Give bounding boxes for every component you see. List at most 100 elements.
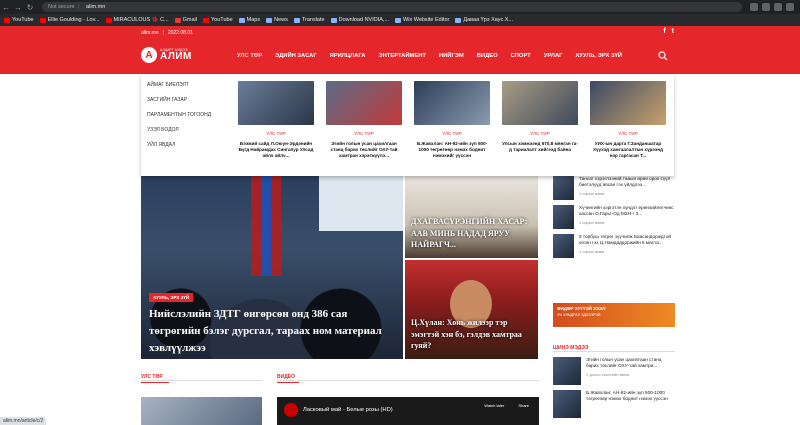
bookmark[interactable]: YouTube <box>203 17 233 23</box>
wix-icon <box>395 17 402 23</box>
card-image <box>590 81 666 125</box>
nav-item-society[interactable]: НИЙГЭМ <box>439 53 464 59</box>
subnav-item[interactable]: АЙМАГ БИЕЛЭЛТ <box>147 82 211 88</box>
hero-image-screen <box>319 176 403 231</box>
category-badge[interactable]: ХУУЛЬ, ЭРХ ЗҮЙ <box>149 293 194 302</box>
list-time: 1 сарын өмнө <box>579 190 605 196</box>
bookmark[interactable]: Download NVIDIA,... <box>330 17 389 23</box>
section-header-latest[interactable]: ШИНЭ МЭДЭЭ <box>553 345 675 352</box>
share-button[interactable]: Share <box>518 403 529 408</box>
list-item[interactable]: Хүчингийн хэргэтэн хүндэт ерөнхийлөгчөөс… <box>553 205 675 229</box>
subnav-item[interactable]: УЗЭЛ БОДОЛ <box>147 127 211 133</box>
list-item[interactable]: Тансаг хэрэглээний тааын өрөө орох сүүл … <box>553 176 675 200</box>
search-icon[interactable] <box>658 51 668 61</box>
nav-item-interview[interactable]: ЯРИЛЦЛАГА <box>330 53 366 59</box>
article-thumbnail[interactable] <box>141 397 262 425</box>
nav-item-economy[interactable]: ЭДИЙН ЗАСАГ <box>275 53 316 59</box>
list-item[interactable]: 5 торбуш төгрөг зүүчилж Баасандорждтой ө… <box>553 234 675 258</box>
card-title: Б.Жавхлан: АН-92-ийн зүп 500-1000 төгрөг… <box>416 141 488 159</box>
list-item[interactable]: Эгийн голын усан цахилгаан станц барих т… <box>553 357 675 385</box>
subnav-item[interactable]: УЙЛ ЯВДАЛ <box>147 142 211 148</box>
feature-article[interactable]: Ц.Хүлан: Хонь жилээр тэр эмэгтэй хэн бэ,… <box>405 260 538 359</box>
nav-dropdown: АЙМАГ БИЕЛЭЛТ ЗАСГИЙН ГАЗАР ПАРЛАМЕНТЫН … <box>141 74 674 176</box>
browser-toolbar: ← → ↻ Not secure | alim.mn <box>0 0 800 14</box>
dropdown-card[interactable]: УЛС ТӨР Улсын хэмжээнд 570.8 мянган га-д… <box>502 81 578 160</box>
subnav-item[interactable]: ПАРЛАМЕНТЫН ТОГООНД <box>147 112 211 118</box>
gmail-icon <box>174 17 181 23</box>
forward-icon[interactable]: → <box>12 3 24 12</box>
ad-banner[interactable]: ӨНДӨР ХҮҮТЭЙ ЗЭЭЛ 3% ХЯМДРАЛ ЭДЛЭЭРЭЙ <box>553 303 675 327</box>
watch-later-button[interactable]: Watch later <box>484 403 504 408</box>
feature-article[interactable]: ДХАГВАСҮРЭНГИЙН ХАСАР: ААВ МИНЬ НАДАД ЯР… <box>405 176 538 258</box>
list-title: 5 торбуш төгрөг зүүчилж Баасандорждтой ө… <box>579 234 671 246</box>
card-category: УЛС ТӨР <box>354 131 374 136</box>
subnav-item[interactable]: ЗАСГИЙН ГАЗАР <box>147 97 211 103</box>
bookmark[interactable]: Gmail <box>174 17 197 23</box>
new-news-list: Эгийн голын усан цахилгаан станц барих т… <box>553 357 675 423</box>
youtube-icon <box>4 17 10 23</box>
dropdown-subnav: АЙМАГ БИЕЛЭЛТ ЗАСГИЙН ГАЗАР ПАРЛАМЕНТЫН … <box>147 82 211 148</box>
banner-title: ӨНДӨР ХҮҮТЭЙ ЗЭЭЛ <box>557 306 606 311</box>
site-top-strip: alim.mn | 2022.08.01 f t <box>0 26 800 40</box>
nav-item-sport[interactable]: СПОРТ <box>511 53 531 59</box>
bookmark[interactable]: News <box>266 17 288 23</box>
card-category: УЛС ТӨР <box>618 131 638 136</box>
feature-title[interactable]: Ц.Хүлан: Хонь жилээр тэр эмэгтэй хэн бэ,… <box>411 317 535 351</box>
extension-icons <box>750 3 794 11</box>
list-thumbnail <box>553 357 581 385</box>
nav-item-art[interactable]: УРЛАГ <box>544 53 563 59</box>
nav-item-law[interactable]: ХУУЛЬ, ЭРХ ЗҮЙ <box>575 53 622 59</box>
bookmark[interactable]: Даваа Үрэ Хаус Х... <box>455 17 513 23</box>
twitter-icon[interactable]: t <box>672 28 674 35</box>
card-title: УИХ-ын дарга Г.Занданшатар Хүүхэд хамгаа… <box>592 141 664 159</box>
bookmark[interactable]: Wix Website Editor <box>395 17 449 23</box>
nav-item-video[interactable]: ВИДЕО <box>477 53 498 59</box>
extension-icon[interactable] <box>762 3 770 11</box>
reload-icon[interactable]: ↻ <box>24 3 36 12</box>
extension-icon[interactable] <box>774 3 782 11</box>
nvidia-icon <box>330 17 337 23</box>
video-embed[interactable]: Ласковый май - Белые розы (HD) Watch lat… <box>277 397 539 425</box>
hero-article[interactable]: ХУУЛЬ, ЭРХ ЗҮЙ Нийслэлийн ЗДТГ өнгөрсөн … <box>141 176 403 359</box>
card-image <box>502 81 578 125</box>
site-logo[interactable]: A АЛДАРТ МЭДЭЭ АЛИМ <box>141 47 192 63</box>
hero-title[interactable]: Нийслэлийн ЗДТГ өнгөрсөн онд 386 сая төг… <box>149 306 399 357</box>
list-time: 1 сарын өмнө <box>579 219 605 225</box>
youtube-icon <box>39 17 46 23</box>
section-header-politics[interactable]: УЛС ТӨР <box>141 374 262 381</box>
dropdown-card[interactable]: УЛС ТӨР Бээжий сайд Л.Оюун-Эрдэнийн Бүгд… <box>238 81 314 160</box>
status-url: alim.mn/article/c/2 <box>0 417 47 425</box>
current-date: 2022.08.01 <box>167 30 193 36</box>
site-name: alim.mn <box>141 30 159 36</box>
bookmark[interactable]: MIRACULOUS 🐞 C... <box>105 17 169 23</box>
bookmark[interactable]: Translate <box>293 17 325 23</box>
maps-icon <box>238 17 245 23</box>
facebook-icon[interactable]: f <box>663 28 665 35</box>
card-category: УЛС ТӨР <box>266 131 286 136</box>
nav-item-entertainment[interactable]: ЭНТЕРТАЙМЕНТ <box>378 53 425 59</box>
youtube-icon <box>203 17 210 23</box>
bookmark[interactable]: Ellie Goulding - Lov... <box>39 17 100 23</box>
list-item[interactable]: Б.Жавхлан: АН-92-ийн зүп 500-1000 төгрөг… <box>553 390 675 418</box>
card-image <box>238 81 314 125</box>
play-icon[interactable] <box>284 403 298 417</box>
section-header-video[interactable]: ВИДЕО <box>277 374 539 381</box>
extension-icon[interactable] <box>750 3 758 11</box>
page-icon <box>455 17 462 23</box>
video-title[interactable]: Ласковый май - Белые розы (HD) <box>303 407 393 413</box>
youtube-icon <box>105 17 112 23</box>
address-bar[interactable]: Not secure | alim.mn <box>42 2 742 12</box>
profile-icon[interactable] <box>786 3 794 11</box>
dropdown-card[interactable]: УЛС ТӨР УИХ-ын дарга Г.Занданшатар Хүүхэ… <box>590 81 666 160</box>
nav-item-politics[interactable]: УЛС ТӨР <box>237 53 262 59</box>
feature-title[interactable]: ДХАГВАСҮРЭНГИЙН ХАСАР: ААВ МИНЬ НАДАД ЯР… <box>411 216 535 250</box>
back-icon[interactable]: ← <box>0 3 12 12</box>
bookmark[interactable]: YouTube <box>4 17 34 23</box>
dropdown-cards: УЛС ТӨР Бээжий сайд Л.Оюун-Эрдэнийн Бүгд… <box>238 81 666 160</box>
card-title: Бээжий сайд Л.Оюун-Эрдэнийн Бүгд Найрамд… <box>238 141 314 159</box>
dropdown-card[interactable]: УЛС ТӨР Б.Жавхлан: АН-92-ийн зүп 500-100… <box>414 81 490 160</box>
dropdown-card[interactable]: УЛС ТӨР Эгийн голын усан цахилгаан станц… <box>326 81 402 160</box>
section-underline <box>277 382 299 383</box>
bookmark[interactable]: Maps <box>238 17 260 23</box>
list-time: 1 сарын өмнө <box>579 248 605 254</box>
